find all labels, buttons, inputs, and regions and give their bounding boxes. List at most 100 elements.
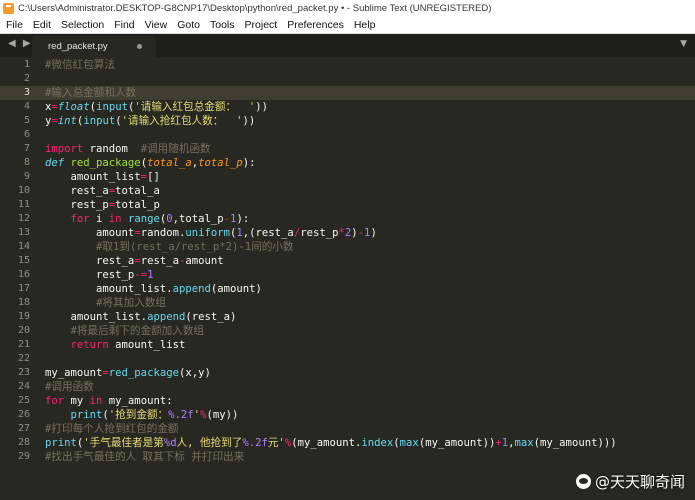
- unsaved-dot-icon[interactable]: [137, 44, 142, 49]
- line-number: 10: [17, 185, 30, 196]
- code-token: index: [361, 437, 394, 449]
- code-token: 人, 他抢到了: [176, 437, 243, 449]
- code-line[interactable]: #打印每个人抢到红包的金额: [45, 422, 179, 436]
- code-token: '抢到金额：: [108, 409, 169, 421]
- code-line[interactable]: #输入总金额和人数: [45, 86, 136, 100]
- code-line[interactable]: import random #调用随机函数: [45, 142, 211, 156]
- code-token: (my)): [206, 409, 239, 421]
- line-number: 27: [17, 423, 30, 434]
- code-line[interactable]: amount_list.append(rest_a): [45, 310, 237, 324]
- code-line[interactable]: rest_a=total_a: [45, 184, 160, 198]
- code-line[interactable]: return amount_list: [45, 338, 186, 352]
- code-token: []: [147, 171, 160, 183]
- menu-find[interactable]: Find: [109, 17, 139, 34]
- sublime-text-icon: [3, 3, 14, 16]
- menu-preferences[interactable]: Preferences: [282, 17, 349, 34]
- line-number: 2: [23, 73, 30, 84]
- code-token: (x,y): [178, 367, 211, 379]
- code-token: float: [57, 101, 90, 113]
- code-line[interactable]: for i in range(0,total_p-1):: [45, 212, 250, 226]
- code-token: rest_a: [45, 255, 135, 267]
- menu-view[interactable]: View: [140, 17, 173, 34]
- tab-red-packet[interactable]: red_packet.py: [32, 36, 156, 57]
- code-line[interactable]: x=float(input('请输入红包总金额： ')): [45, 100, 268, 114]
- code-token: (amount): [210, 283, 262, 295]
- code-token: amount_list: [108, 339, 186, 351]
- line-number: 18: [17, 297, 30, 308]
- code-line[interactable]: def red_package(total_a,total_p):: [45, 156, 256, 170]
- code-token: #调用随机函数: [140, 143, 211, 155]
- code-token: ): [370, 227, 377, 239]
- code-token: )): [255, 101, 268, 113]
- code-line[interactable]: amount=random.uniform(1,(rest_a/rest_p*2…: [45, 226, 377, 240]
- code-line[interactable]: #取1到(rest_a/rest_p*2)-1间的小数: [45, 240, 294, 254]
- menu-project[interactable]: Project: [240, 17, 283, 34]
- watermark: @天天聊奇闻: [575, 471, 685, 492]
- code-line[interactable]: print('抢到金额：%.2f'%(my)): [45, 408, 239, 422]
- code-line[interactable]: print('手气最佳者是第%d人, 他抢到了%.2f元'%(my_amount…: [45, 436, 617, 450]
- line-number: 26: [17, 409, 30, 420]
- code-line[interactable]: y=int(input('请输入抢红包人数： ')): [45, 114, 255, 128]
- code-token: return: [70, 339, 109, 351]
- code-token: (my_amount))): [533, 437, 617, 449]
- code-token: 1: [147, 269, 154, 281]
- code-token: print: [45, 437, 77, 449]
- code-line[interactable]: amount_list.append(amount): [45, 282, 262, 296]
- menu-file[interactable]: File: [0, 17, 28, 34]
- code-line[interactable]: for my in my_amount:: [45, 394, 173, 408]
- code-line[interactable]: #将最后剩下的金额加入数组: [45, 324, 205, 338]
- code-token: red_package: [70, 157, 141, 169]
- code-token: for: [70, 213, 90, 225]
- line-number: 20: [17, 325, 30, 336]
- line-number: 29: [17, 451, 30, 462]
- line-number: 4: [23, 101, 30, 112]
- code-token: my: [64, 395, 90, 407]
- code-token: #将最后剩下的金额加入数组: [70, 325, 205, 337]
- code-token: my_amount: [45, 367, 103, 379]
- code-token: -=: [134, 269, 148, 281]
- code-line[interactable]: amount_list=[]: [45, 170, 160, 184]
- code-token: %d: [163, 437, 177, 449]
- code-token: append: [172, 283, 211, 295]
- line-number: 8: [23, 157, 30, 168]
- menu-tools[interactable]: Tools: [205, 17, 240, 34]
- code-token: #取1到(rest_a/rest_p*2)-1间的小数: [96, 241, 294, 253]
- code-token: 元': [267, 437, 285, 449]
- code-token: amount_list.: [45, 311, 148, 323]
- tab-dropdown-icon[interactable]: ▼: [680, 39, 687, 49]
- code-token: (my_amount)): [418, 437, 496, 449]
- code-token: red_package: [108, 367, 179, 379]
- code-token: '请输入红包总金额： ': [134, 101, 256, 113]
- code-line[interactable]: rest_p-=1: [45, 268, 153, 282]
- menu-goto[interactable]: Goto: [172, 17, 205, 34]
- menu-edit[interactable]: Edit: [28, 17, 56, 34]
- code-line[interactable]: rest_a=rest_a-amount: [45, 254, 224, 268]
- tab-nav-arrows-icon[interactable]: ◀ ▶: [8, 38, 33, 49]
- code-token: ,total_p: [172, 213, 224, 225]
- code-token: max: [514, 437, 534, 449]
- code-token: ,(rest_a: [242, 227, 294, 239]
- menu-help[interactable]: Help: [349, 17, 381, 34]
- code-editor[interactable]: 1 #微信红包算法 2 3 #输入总金额和人数 4 x=float(input('请输入红包…: [0, 57, 695, 500]
- code-token: in: [108, 213, 122, 225]
- code-line[interactable]: #调用函数: [45, 380, 94, 394]
- code-line[interactable]: #微信红包算法: [45, 58, 115, 72]
- code-token: rest_p: [45, 269, 135, 281]
- code-line[interactable]: #将其加入数组: [45, 296, 166, 310]
- code-token: uniform: [185, 227, 230, 239]
- line-number: 15: [17, 255, 30, 266]
- line-number: 19: [17, 311, 30, 322]
- code-token: total_p: [115, 199, 160, 211]
- code-token: for: [45, 395, 65, 407]
- code-line[interactable]: #找出手气最佳的人 取其下标 并打印出来: [45, 450, 244, 464]
- code-line[interactable]: my_amount=red_package(x,y): [45, 366, 211, 380]
- tab-label: red_packet.py: [48, 41, 108, 52]
- code-token: #输入总金额和人数: [45, 87, 137, 99]
- code-token: (rest_a): [185, 311, 237, 323]
- code-line[interactable]: rest_p=total_p: [45, 198, 160, 212]
- code-token: amount_list: [45, 171, 141, 183]
- menu-selection[interactable]: Selection: [56, 17, 109, 34]
- code-token: %.2f: [242, 437, 268, 449]
